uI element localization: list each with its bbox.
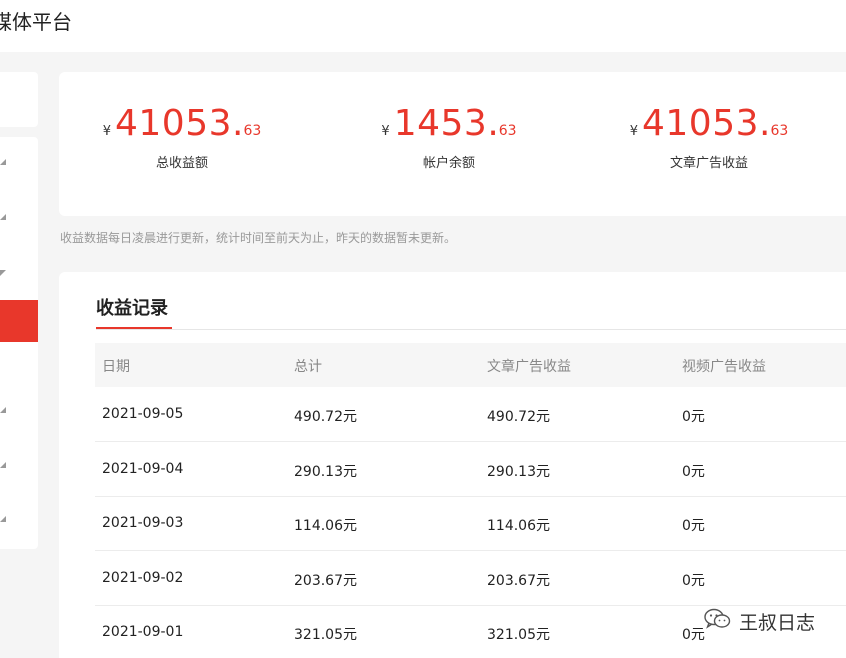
cell-date: 2021-09-03: [102, 515, 184, 531]
stat-label: 帐户余额: [422, 156, 475, 171]
cell-date: 2021-09-05: [102, 406, 184, 422]
stat-total-earnings: ¥41053.63 总收益额: [82, 103, 282, 172]
cell-date: 2021-09-02: [102, 570, 184, 586]
amount-integer: 41053: [114, 103, 233, 144]
tab-divider: [96, 329, 846, 330]
sidebar-item-2-chevron-icon[interactable]: [0, 214, 8, 222]
amount-decimal: 63: [243, 123, 262, 139]
stat-label: 文章广告收益: [669, 156, 748, 171]
sidebar-item-1-chevron-icon[interactable]: [0, 159, 8, 167]
amount-integer: 41053: [641, 103, 760, 144]
sidebar-item-7-chevron-icon[interactable]: [0, 516, 8, 524]
column-header-total: 总计: [294, 359, 322, 375]
watermark: 王叔日志: [703, 606, 815, 636]
cell-video-ad: 0元: [682, 627, 705, 643]
column-header-article-ad: 文章广告收益: [487, 359, 571, 375]
table-row: 2021-09-05 490.72元 490.72元 0元: [95, 387, 846, 442]
decimal-point: .: [232, 103, 244, 144]
amount-decimal: 63: [498, 123, 517, 139]
cell-date: 2021-09-04: [102, 461, 184, 477]
cell-video-ad: 0元: [682, 518, 705, 534]
sidebar-item-6-chevron-icon[interactable]: [0, 462, 8, 470]
records-tab-title[interactable]: 收益记录: [96, 294, 168, 320]
stat-article-ad-earnings: ¥41053.63 文章广告收益: [609, 103, 809, 172]
decimal-point: .: [759, 103, 771, 144]
cell-article-ad: 321.05元: [487, 627, 550, 643]
cell-total: 203.67元: [294, 573, 357, 589]
sidebar-item-active[interactable]: [0, 300, 38, 342]
stat-account-balance: ¥1453.63 帐户余额: [349, 103, 549, 172]
earnings-records-card: 收益记录 日期 总计 文章广告收益 视频广告收益 2021-09-05 490.…: [59, 272, 846, 658]
column-header-video-ad: 视频广告收益: [682, 359, 766, 375]
cell-article-ad: 203.67元: [487, 573, 550, 589]
cell-video-ad: 0元: [682, 573, 705, 589]
amount-decimal: 63: [770, 123, 789, 139]
cell-total: 321.05元: [294, 627, 357, 643]
decimal-point: .: [487, 103, 499, 144]
top-bar: 媒体平台: [0, 0, 846, 52]
app-title: 媒体平台: [0, 10, 72, 34]
currency-symbol: ¥: [381, 124, 390, 139]
cell-article-ad: 114.06元: [487, 518, 550, 534]
cell-video-ad: 0元: [682, 464, 705, 480]
amount-integer: 1453: [393, 103, 488, 144]
currency-symbol: ¥: [629, 124, 638, 139]
cell-total: 114.06元: [294, 518, 357, 534]
wechat-icon: [703, 607, 731, 635]
stat-label: 总收益额: [155, 156, 208, 171]
sidebar-menu: [0, 137, 38, 549]
table-row: 2021-09-02 203.67元 203.67元 0元: [95, 551, 846, 606]
cell-date: 2021-09-01: [102, 624, 184, 640]
sidebar-top-panel: [0, 72, 38, 127]
currency-symbol: ¥: [102, 124, 111, 139]
table-row: 2021-09-03 114.06元 114.06元 0元: [95, 496, 846, 551]
data-update-note: 收益数据每日凌晨进行更新，统计时间至前天为止，昨天的数据暂未更新。: [60, 231, 457, 245]
table-row: 2021-09-04 290.13元 290.13元 0元: [95, 442, 846, 497]
table-header: 日期 总计 文章广告收益 视频广告收益: [95, 343, 846, 387]
cell-article-ad: 290.13元: [487, 464, 550, 480]
cell-video-ad: 0元: [682, 409, 705, 425]
earnings-summary-card: ¥41053.63 总收益额 ¥1453.63 帐户余额 ¥41053.63 文…: [59, 72, 846, 216]
sidebar-item-3-chevron-icon[interactable]: [0, 268, 8, 276]
cell-total: 490.72元: [294, 409, 357, 425]
sidebar-item-5-chevron-icon[interactable]: [0, 407, 8, 415]
column-header-date: 日期: [102, 359, 130, 375]
cell-total: 290.13元: [294, 464, 357, 480]
cell-article-ad: 490.72元: [487, 409, 550, 425]
watermark-text: 王叔日志: [739, 611, 816, 634]
